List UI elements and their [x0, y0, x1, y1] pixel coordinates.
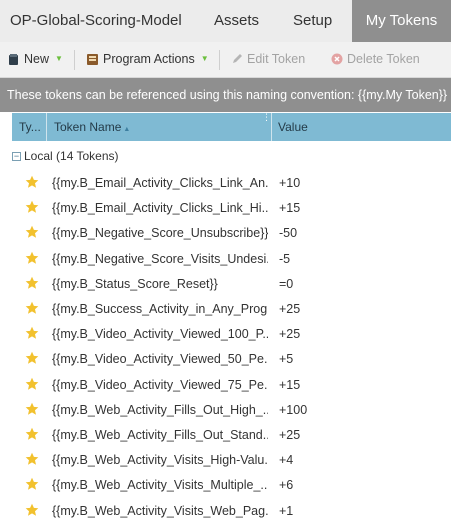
token-row[interactable]: {{my.B_Video_Activity_Viewed_75_Pe... +15	[12, 373, 451, 398]
token-name: {{my.B_Success_Activity_in_Any_Prog...	[52, 302, 268, 316]
star-icon	[25, 427, 39, 440]
program-actions-button[interactable]: Program Actions ▼	[86, 42, 209, 76]
delete-token-button[interactable]: Delete Token	[331, 42, 420, 76]
toolbar: New ▼ Program Actions ▼ Edit Token Delet…	[0, 42, 451, 78]
token-row[interactable]: {{my.B_Web_Activity_Visits_Multiple_... +…	[12, 473, 451, 498]
sort-ascending-icon: ▲	[123, 126, 131, 133]
delete-icon	[331, 53, 343, 65]
star-icon	[25, 175, 39, 188]
star-icon	[25, 276, 39, 289]
delete-token-label: Delete Token	[347, 52, 420, 66]
star-icon	[25, 200, 39, 213]
token-row[interactable]: {{my.B_Success_Activity_in_Any_Prog... +2…	[12, 297, 451, 322]
new-document-icon	[9, 53, 18, 65]
new-button-label: New	[24, 52, 50, 66]
group-label: Local (14 Tokens)	[24, 149, 119, 163]
token-value: +25	[279, 327, 301, 342]
token-value: +25	[279, 302, 301, 316]
token-name: {{my.B_Video_Activity_Viewed_75_Pe...	[52, 377, 268, 392]
star-icon	[25, 326, 39, 339]
token-value: +1	[279, 503, 294, 518]
new-button[interactable]: New ▼	[8, 42, 63, 76]
chevron-down-icon: ▼	[200, 54, 209, 63]
pencil-icon	[233, 54, 242, 63]
program-actions-label: Program Actions	[103, 52, 195, 66]
edit-token-label: Edit Token	[247, 52, 306, 66]
token-row[interactable]: {{my.B_Email_Activity_Clicks_Link_An... +…	[12, 171, 451, 196]
token-row[interactable]: {{my.B_Video_Activity_Viewed_50_Pe... +5	[12, 347, 451, 372]
token-name: {{my.B_Video_Activity_Viewed_50_Pe...	[52, 352, 268, 367]
chevron-down-icon: ▼	[55, 54, 63, 63]
toolbar-divider	[74, 50, 75, 70]
toolbar-divider	[219, 50, 220, 70]
token-value: +25	[279, 428, 301, 442]
column-header-value[interactable]: Value	[278, 113, 308, 141]
column-resize-handle-icon[interactable]: ⋮	[262, 113, 271, 122]
token-row[interactable]: {{my.B_Negative_Score_Unsubscribe}} -50	[12, 221, 451, 246]
star-icon	[25, 452, 39, 465]
token-value: +4	[279, 453, 294, 468]
token-name: {{my.B_Status_Score_Reset}}	[52, 276, 218, 291]
star-icon	[25, 251, 39, 264]
token-name: {{my.B_Web_Activity_Visits_High-Valu...	[52, 453, 268, 468]
token-row[interactable]: {{my.B_Negative_Score_Visits_Undesi... -5	[12, 247, 451, 272]
token-name: {{my.B_Web_Activity_Fills_Out_Stand...	[52, 428, 268, 442]
tab-bar: OP-Global-Scoring-Model Assets Setup My …	[0, 0, 451, 42]
token-row[interactable]: {{my.B_Status_Score_Reset}} =0	[12, 272, 451, 297]
token-value: +10	[279, 176, 301, 190]
token-row[interactable]: {{my.B_Web_Activity_Visits_Web_Pag... +1	[12, 499, 451, 524]
token-name: {{my.B_Negative_Score_Unsubscribe}}	[52, 226, 268, 241]
naming-convention-notice: These tokens can be referenced using thi…	[0, 78, 451, 112]
token-row[interactable]: {{my.B_Web_Activity_Fills_Out_Stand... +2…	[12, 423, 451, 448]
token-value: -50	[279, 226, 298, 241]
tab-assets[interactable]: Assets	[214, 0, 259, 42]
token-name: {{my.B_Email_Activity_Clicks_Link_Hi...	[52, 201, 268, 216]
token-name: {{my.B_Web_Activity_Fills_Out_High_...	[52, 402, 268, 417]
token-row[interactable]: {{my.B_Web_Activity_Fills_Out_High_... +1…	[12, 398, 451, 423]
token-row[interactable]: {{my.B_Video_Activity_Viewed_100_P... +25	[12, 322, 451, 347]
token-name: {{my.B_Web_Activity_Visits_Multiple_...	[52, 478, 268, 493]
token-value: +6	[279, 478, 294, 493]
column-header-token-name[interactable]: Token Name ▲	[54, 113, 130, 141]
token-grid: − Local (14 Tokens) {{my.B_Email_Activit…	[12, 141, 451, 532]
star-icon	[25, 352, 39, 365]
star-icon	[25, 301, 39, 314]
group-row-local[interactable]: − Local (14 Tokens)	[12, 147, 119, 165]
tab-program-title[interactable]: OP-Global-Scoring-Model	[10, 0, 182, 42]
token-name: {{my.B_Video_Activity_Viewed_100_P...	[52, 327, 268, 342]
tab-my-tokens[interactable]: My Tokens	[352, 0, 451, 42]
token-value: +15	[279, 201, 301, 216]
token-name: {{my.B_Web_Activity_Visits_Web_Pag...	[52, 503, 268, 518]
tab-setup[interactable]: Setup	[293, 0, 332, 42]
star-icon	[25, 503, 39, 516]
star-icon	[25, 402, 39, 415]
column-divider	[46, 113, 47, 141]
collapse-icon[interactable]: −	[12, 151, 21, 161]
token-name: {{my.B_Negative_Score_Visits_Undesi...	[52, 251, 268, 266]
star-icon	[25, 226, 39, 239]
grid-header: Ty... Token Name ▲ ⋮ Value	[12, 113, 451, 141]
token-value: +15	[279, 377, 301, 392]
token-value: -5	[279, 251, 291, 266]
token-value: +5	[279, 352, 294, 367]
column-header-token-name-label: Token Name	[54, 120, 122, 134]
token-value: =0	[279, 276, 294, 291]
token-value: +100	[279, 402, 308, 417]
column-divider	[271, 113, 272, 141]
token-name: {{my.B_Email_Activity_Clicks_Link_An...	[52, 176, 268, 190]
token-row[interactable]: {{my.B_Web_Activity_Visits_High-Valu... +…	[12, 448, 451, 473]
column-header-type[interactable]: Ty...	[19, 113, 41, 141]
edit-token-button[interactable]: Edit Token	[231, 42, 305, 76]
program-actions-icon	[87, 53, 98, 65]
star-icon	[25, 478, 39, 491]
token-row[interactable]: {{my.B_Email_Activity_Clicks_Link_Hi... +…	[12, 196, 451, 221]
star-icon	[25, 377, 39, 390]
